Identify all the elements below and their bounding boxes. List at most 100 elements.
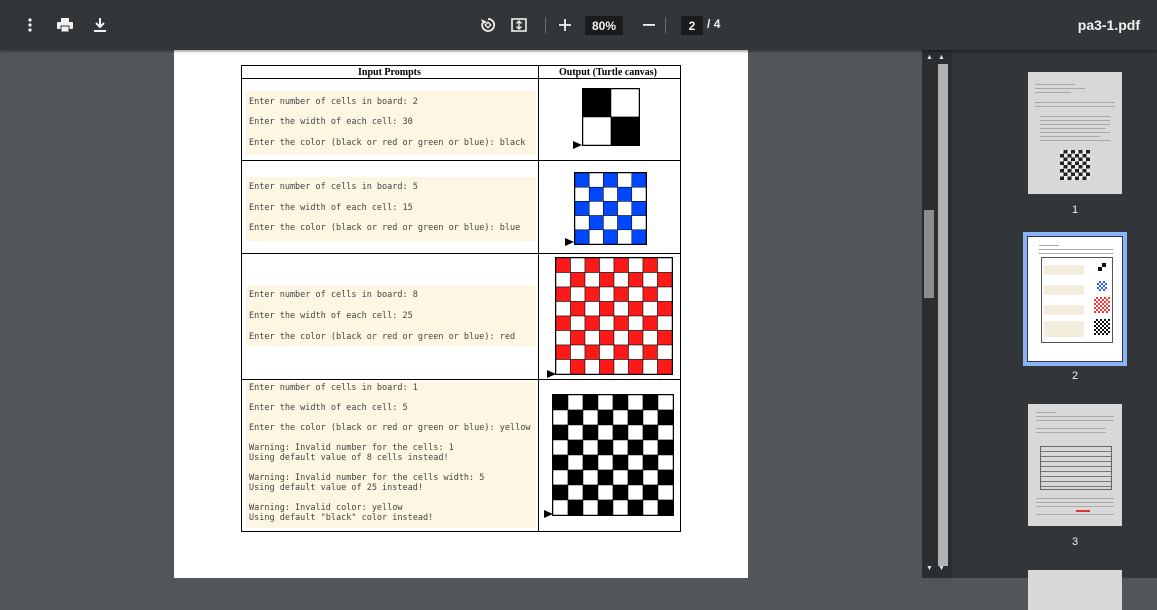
rotate-icon[interactable] [476, 13, 500, 37]
board-cell [553, 395, 569, 411]
board-cell [570, 330, 586, 346]
scrollbar-thumb[interactable] [924, 210, 934, 298]
board-cell [567, 409, 584, 426]
board-cell [627, 439, 644, 456]
board-cell [657, 301, 672, 317]
checkerboard-canvas [583, 89, 639, 145]
scrollbar-track[interactable] [938, 64, 948, 566]
download-icon[interactable] [88, 13, 112, 37]
board-cell [567, 484, 584, 501]
board-cell [567, 439, 584, 456]
board-cell [628, 344, 644, 360]
prompt-block: Enter number of cells in board: 5 Enter … [246, 177, 536, 241]
board-cell [642, 484, 659, 501]
board-cell [613, 315, 629, 331]
zoom-out-icon[interactable] [637, 13, 661, 37]
scroll-down-icon[interactable]: ▼ [938, 565, 945, 572]
prompt-line: Enter the width of each cell: 30 [249, 117, 413, 127]
board-cell [612, 469, 629, 486]
board-cell [584, 286, 600, 302]
page-thumbnail-4[interactable] [1028, 570, 1122, 610]
board-cell [553, 484, 569, 501]
board-cell [642, 439, 659, 456]
board-cell [597, 439, 614, 456]
board-cell [582, 439, 599, 456]
page-number-input[interactable]: 2 [681, 16, 703, 35]
page-thumbnail-3[interactable] [1028, 404, 1122, 526]
board-cell [657, 286, 672, 302]
zoom-in-icon[interactable] [553, 13, 577, 37]
page-thumbnail-2[interactable] [1023, 232, 1127, 366]
prompt-block: Enter number of cells in board: 8 Enter … [246, 286, 536, 346]
scroll-up-icon[interactable]: ▲ [926, 54, 933, 61]
board-cell [610, 89, 639, 118]
board-cell [613, 258, 629, 273]
vertical-scrollbar[interactable]: ▲ ▲ ▼ ▼ [922, 50, 952, 578]
board-cell [642, 469, 659, 486]
page-thumbnail-1[interactable] [1028, 72, 1122, 194]
board-cell [603, 186, 618, 202]
print-icon[interactable] [53, 13, 77, 37]
scroll-up-icon[interactable]: ▲ [938, 54, 945, 61]
board-cell [642, 330, 658, 346]
board-cell [582, 424, 599, 441]
board-cell [570, 286, 586, 302]
zoom-level-input[interactable]: 80% [585, 16, 623, 35]
board-cell [657, 454, 673, 471]
board-cell [583, 89, 612, 118]
board-cell [599, 344, 615, 360]
board-cell [613, 359, 629, 374]
board-cell [553, 469, 569, 486]
board-cell [627, 484, 644, 501]
board-cell [599, 315, 615, 331]
board-cell [612, 499, 629, 515]
board-cell [582, 395, 599, 411]
board-cell [556, 301, 571, 317]
table-divider [242, 379, 680, 380]
prompt-line: Enter the color (black or red or green o… [249, 332, 516, 342]
board-cell [657, 395, 673, 411]
checkerboard [582, 88, 640, 146]
board-cell [553, 424, 569, 441]
board-cell [567, 469, 584, 486]
table-divider [538, 66, 539, 531]
board-cell [588, 186, 604, 202]
board-cell [657, 439, 673, 456]
file-title: pa3-1.pdf [1077, 17, 1140, 33]
board-cell [642, 315, 658, 331]
prompt-line: Enter the color (black or red or green o… [249, 223, 521, 233]
checkerboard [574, 172, 647, 245]
turtle-arrow-icon [573, 141, 582, 149]
board-cell [582, 484, 599, 501]
board-cell [603, 201, 618, 216]
prompt-block: Enter number of cells in board: 2 Enter … [246, 91, 536, 155]
board-cell [570, 344, 586, 360]
scroll-down-icon[interactable]: ▼ [926, 565, 933, 572]
checkerboard-canvas [575, 173, 646, 244]
board-cell [597, 409, 614, 426]
fit-page-icon[interactable] [507, 13, 531, 37]
more-vert-icon[interactable] [18, 13, 42, 37]
thumbnail-label: 3 [1071, 536, 1079, 548]
board-cell [657, 424, 673, 441]
board-cell [612, 484, 629, 501]
board-cell [657, 469, 673, 486]
board-cell [612, 409, 629, 426]
prompt-line: Enter number of cells in board: 5 [249, 182, 418, 192]
prompt-line: Enter the width of each cell: 5 [249, 403, 408, 413]
board-cell [582, 409, 599, 426]
board-cell [584, 315, 600, 331]
board-cell [570, 359, 586, 374]
board-cell [584, 344, 600, 360]
board-cell [612, 424, 629, 441]
board-cell [575, 173, 590, 188]
board-cell [556, 315, 571, 331]
board-cell [556, 286, 571, 302]
board-cell [567, 395, 584, 411]
board-cell [613, 272, 629, 288]
board-cell [556, 330, 571, 346]
board-cell [642, 409, 659, 426]
table-divider [242, 253, 680, 254]
prompt-line: Enter number of cells in board: 8 [249, 290, 418, 300]
board-cell [597, 424, 614, 441]
